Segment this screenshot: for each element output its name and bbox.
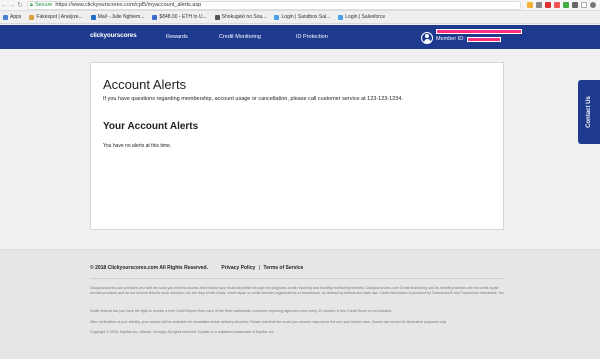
bookmark-label: Login | Sandbox Sal... [281, 14, 331, 20]
bookmark-label: Fakespot | Analyze... [36, 14, 83, 20]
redacted-name [436, 29, 522, 34]
forward-icon[interactable]: → [8, 0, 16, 11]
address-bar[interactable]: 🔒︎ Secure https://www.clickyourscores.co… [27, 0, 521, 10]
bookmark-eth[interactable]: $848.00 - ETH to U... [152, 14, 207, 20]
bookmark-label: Apps [10, 14, 22, 20]
redacted-member-id [466, 36, 501, 42]
bookmark-mail[interactable]: Mail - Julie Nghiem... [90, 14, 145, 20]
legal-disclaimer: Clickyourscores.com provides you with th… [90, 286, 505, 295]
footer-links: © 2018 Clickyourscores.com All Rights Re… [90, 265, 303, 271]
privacy-policy-link[interactable]: Privacy Policy [221, 265, 255, 271]
extension-icon[interactable] [536, 2, 542, 8]
footer-separator: | [258, 265, 261, 271]
bookmark-label: $848.00 - ETH to U... [159, 14, 207, 20]
footer-divider [90, 278, 504, 279]
bookmark-label: Login | Salesforce [345, 14, 386, 20]
bookmark-shokugeki[interactable]: Shokugeki no Sou... [214, 14, 267, 20]
legal-copyright: Copyright © 2018, Equifax Inc, Atlanta, … [90, 330, 274, 334]
empty-alerts-message: You have no alerts at this time. [103, 143, 172, 149]
copyright-text: © 2018 Clickyourscores.com All Rights Re… [90, 265, 208, 271]
extension-icon[interactable] [581, 2, 587, 8]
back-icon[interactable]: ← [0, 0, 8, 11]
fakespot-icon [29, 14, 35, 20]
secure-label: Secure [34, 1, 53, 8]
footer: © 2018 Clickyourscores.com All Rights Re… [0, 249, 600, 359]
extension-icon[interactable] [545, 2, 551, 8]
reload-icon[interactable]: ↻ [16, 0, 24, 11]
member-id-label: Member ID: [436, 36, 465, 42]
legal-disclaimer: Under federal law you have the right to … [90, 309, 393, 313]
account-alerts-card: Account Alerts If you have questions reg… [90, 62, 504, 230]
section-title: Your Account Alerts [103, 121, 199, 132]
contact-us-label: Contact Us [586, 96, 592, 128]
browser-toolbar: ← → ↻ 🔒︎ Secure https://www.clickyoursco… [0, 0, 600, 11]
help-text: If you have questions regarding membersh… [103, 96, 403, 102]
extension-icon[interactable] [554, 2, 560, 8]
extension-icon[interactable] [572, 2, 578, 8]
site-logo[interactable]: clickyourscores [90, 32, 137, 39]
bookmark-label: Shokugeki no Sou... [221, 14, 267, 20]
bookmark-salesforce[interactable]: Login | Salesforce [338, 14, 385, 20]
user-account-area[interactable]: Member ID: [421, 29, 522, 44]
user-info: Member ID: [436, 29, 522, 44]
lock-icon: 🔒︎ [30, 1, 33, 8]
cloud-icon [274, 14, 280, 20]
member-id-row: Member ID: [436, 36, 522, 42]
extension-icons [527, 2, 596, 8]
contact-us-tab[interactable]: Contact Us [578, 80, 600, 144]
nav-credit-monitoring[interactable]: Credit Monitoring [219, 34, 261, 40]
site-header: clickyourscores Rewards Credit Monitorin… [0, 25, 600, 49]
cloud-icon [338, 14, 344, 20]
nav-id-protection[interactable]: ID Protection [296, 34, 328, 40]
legal-disclaimer: After verification of your identity, you… [90, 320, 447, 324]
ethereum-icon [152, 14, 158, 20]
terms-of-service-link[interactable]: Terms of Service [263, 265, 303, 271]
bookmarks-bar: Apps Fakespot | Analyze... Mail - Julie … [0, 11, 600, 24]
page-title: Account Alerts [103, 77, 187, 92]
url-text[interactable]: https://www.clickyourscores.com/cpl5/mya… [55, 1, 201, 10]
mail-icon [90, 14, 96, 20]
nav-rewards[interactable]: Rewards [166, 34, 188, 40]
bookmark-label: Mail - Julie Nghiem... [97, 14, 145, 20]
apps-icon [3, 14, 8, 20]
bookmark-fakespot[interactable]: Fakespot | Analyze... [29, 14, 83, 20]
user-icon [421, 32, 433, 44]
menu-icon[interactable] [590, 2, 596, 8]
bookmark-apps[interactable]: Apps [3, 14, 21, 20]
bookmark-sandbox-salesforce[interactable]: Login | Sandbox Sal... [274, 14, 330, 20]
star-icon[interactable] [527, 2, 533, 8]
extension-icon[interactable] [563, 2, 569, 8]
site-icon [214, 14, 220, 20]
